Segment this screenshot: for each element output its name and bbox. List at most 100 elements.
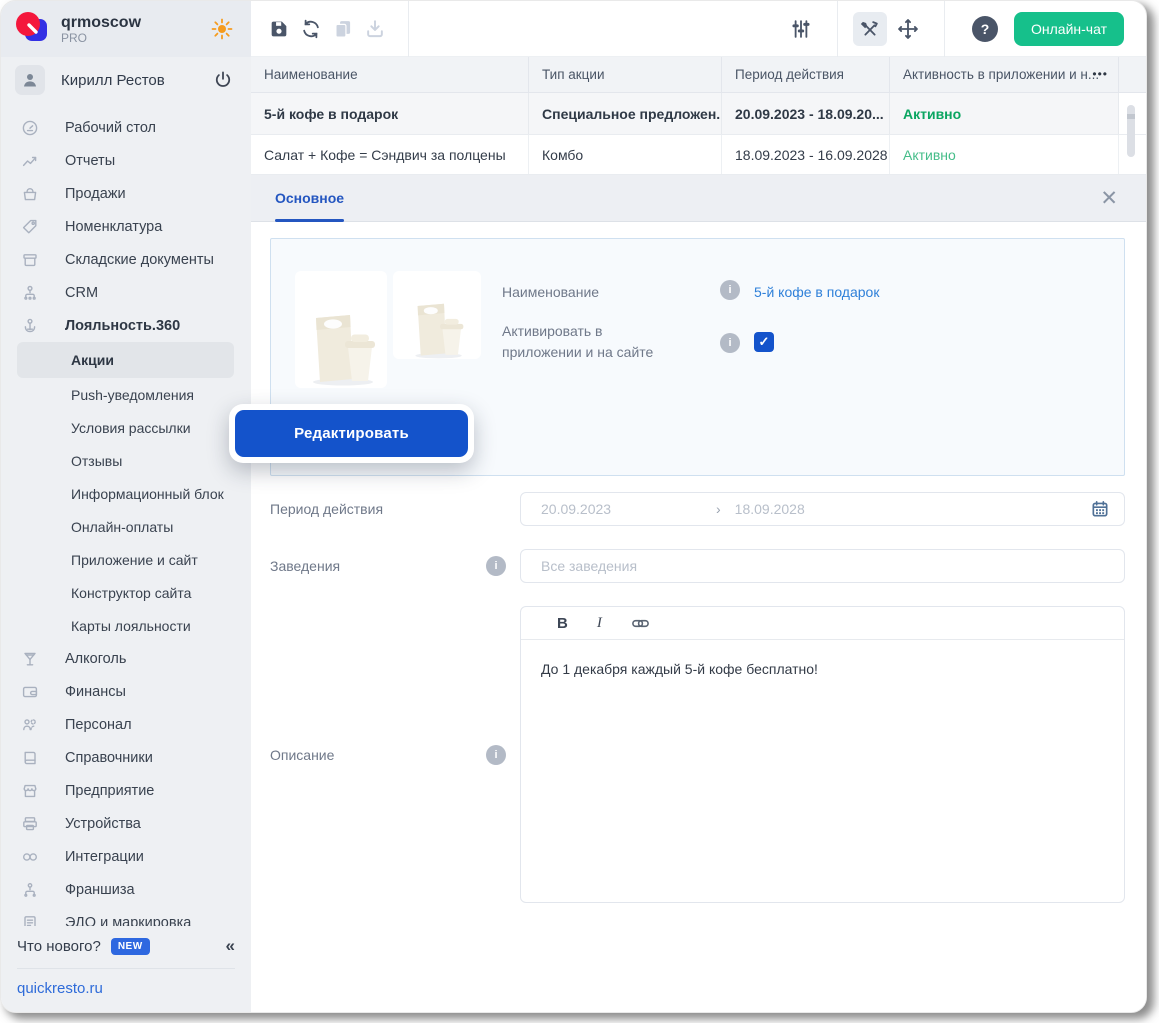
sidebar-item-push-notifications[interactable]: Push-уведомления <box>1 378 251 411</box>
sidebar-item-label: Персонал <box>65 717 132 733</box>
cell-type: Комбо <box>528 135 721 174</box>
sidebar-item-app-and-site[interactable]: Приложение и сайт <box>1 543 251 576</box>
devices-icon <box>21 815 39 833</box>
tools-icon[interactable] <box>853 12 887 46</box>
sidebar-item-reviews[interactable]: Отзывы <box>1 444 251 477</box>
whats-new-link[interactable]: Что нового? <box>17 938 101 955</box>
venues-label: Заведения <box>270 558 340 574</box>
theme-sun-icon[interactable] <box>211 18 233 40</box>
sidebar-item-warehouse-docs[interactable]: Складские документы <box>1 243 251 276</box>
online-chat-button[interactable]: Онлайн-чат <box>1014 12 1124 46</box>
venues-row: Заведения i Все заведения <box>270 549 1125 583</box>
venues-input[interactable]: Все заведения <box>520 549 1125 583</box>
sidebar-item-staff[interactable]: Персонал <box>1 708 251 741</box>
sidebar-item-label: Алкоголь <box>65 651 126 667</box>
period-from-value: 20.09.2023 <box>541 501 716 517</box>
close-icon[interactable]: ✕ <box>1100 188 1118 209</box>
site-link[interactable]: quickresto.ru <box>17 980 103 997</box>
save-icon[interactable] <box>265 15 293 43</box>
table-row[interactable]: 5-й кофе в подарокСпециальное предложен.… <box>251 93 1146 135</box>
brand-tier: PRO <box>61 31 141 45</box>
table-scrollbar[interactable] <box>1127 105 1135 157</box>
finance-icon <box>21 683 39 701</box>
period-input[interactable]: 20.09.2023 › 18.09.2028 <box>520 492 1125 526</box>
collapse-sidebar-icon[interactable]: « <box>226 936 235 956</box>
sidebar-item-info-block[interactable]: Информационный блок <box>1 477 251 510</box>
sidebar-item-label: Продажи <box>65 186 126 202</box>
sidebar-item-promotions[interactable]: Акции <box>17 342 234 378</box>
period-to-value: 18.09.2028 <box>735 501 805 517</box>
sidebar-item-label: Отчеты <box>65 153 115 169</box>
sidebar: qrmoscow PRO Кирилл Рестов <box>1 1 251 1012</box>
logout-power-icon[interactable] <box>213 70 233 90</box>
edit-tooltip: Редактировать <box>229 404 474 463</box>
sidebar-item-nomenclature[interactable]: Номенклатура <box>1 210 251 243</box>
directories-icon <box>21 749 39 767</box>
sidebar-item-enterprise[interactable]: Предприятие <box>1 774 251 807</box>
download-icon <box>361 15 389 43</box>
filters-icon[interactable] <box>784 12 818 46</box>
sidebar-item-crm[interactable]: CRM <box>1 276 251 309</box>
column-header-activity[interactable]: Активность в приложении и н... ••• <box>889 57 1118 92</box>
column-header-type[interactable]: Тип акции <box>528 57 721 92</box>
sidebar-item-edo[interactable]: ЭДО и маркировка <box>1 906 251 926</box>
description-row: Описание i B I <box>270 606 1125 903</box>
description-text[interactable]: До 1 декабря каждый 5-й кофе бесплатно! <box>521 640 1124 698</box>
sidebar-item-mailing-conditions[interactable]: Условия рассылки <box>1 411 251 444</box>
toolbar-right-group <box>784 1 960 57</box>
sidebar-item-alcohol[interactable]: Алкоголь <box>1 642 251 675</box>
sidebar-item-franchise[interactable]: Франшиза <box>1 873 251 906</box>
link-icon[interactable] <box>631 614 650 633</box>
sidebar-item-loyalty-cards[interactable]: Карты лояльности <box>1 609 251 642</box>
column-header-name[interactable]: Наименование <box>251 57 528 92</box>
sidebar-item-loyalty-360[interactable]: Лояльность.360 <box>1 309 251 342</box>
sidebar-item-site-builder[interactable]: Конструктор сайта <box>1 576 251 609</box>
sidebar-item-online-payments[interactable]: Онлайн-оплаты <box>1 510 251 543</box>
sidebar-item-label: Предприятие <box>65 783 154 799</box>
calendar-icon[interactable] <box>1090 499 1110 519</box>
sidebar-item-label: Акции <box>71 352 114 368</box>
tab-main[interactable]: Основное <box>275 175 344 221</box>
columns-menu-icon[interactable]: ••• <box>1092 57 1108 92</box>
cell-type: Специальное предложен... <box>528 93 721 134</box>
toolbar: ? Онлайн-чат <box>251 1 1146 57</box>
sidebar-nav: Рабочий стол Отчеты Продажи НоменклатураСкл… <box>1 103 251 926</box>
venues-info-icon[interactable]: i <box>486 556 506 576</box>
sidebar-item-integrations[interactable]: Интеграции <box>1 840 251 873</box>
sidebar-item-finance[interactable]: Финансы <box>1 675 251 708</box>
sidebar-item-directories[interactable]: Справочники <box>1 741 251 774</box>
sidebar-item-label: Рабочий стол <box>65 120 156 136</box>
sidebar-item-desktop[interactable]: Рабочий стол <box>1 111 251 144</box>
user-row[interactable]: Кирилл Рестов <box>1 57 251 103</box>
edit-button[interactable]: Редактировать <box>235 410 468 457</box>
period-row: Период действия 20.09.2023 › 18.09.2028 <box>270 492 1125 526</box>
promo-image-large[interactable] <box>295 271 387 388</box>
promo-name-link[interactable]: 5-й кофе в подарок <box>754 284 879 300</box>
column-header-period[interactable]: Период действия <box>721 57 889 92</box>
description-editor[interactable]: B I До 1 декабря каждый 5-й кофе бесплат… <box>520 606 1125 903</box>
activate-info-icon[interactable]: i <box>720 333 740 353</box>
period-label: Период действия <box>270 501 383 517</box>
table-row[interactable]: Салат + Кофе = Сэндвич за полценыКомбо18… <box>251 135 1146 175</box>
sidebar-item-label: Устройства <box>65 816 141 832</box>
sidebar-item-devices[interactable]: Устройства <box>1 807 251 840</box>
sidebar-item-label: Конструктор сайта <box>71 585 191 601</box>
app-logo-icon <box>15 11 49 48</box>
panel-body: Наименование i 5-й кофе в подарок Активи… <box>251 222 1146 1012</box>
name-info-icon[interactable]: i <box>720 280 740 300</box>
help-button[interactable]: ? <box>972 16 998 42</box>
bold-icon[interactable]: B <box>557 615 568 632</box>
table-header: Наименование Тип акции Период действия А… <box>251 57 1146 93</box>
refresh-icon[interactable] <box>297 15 325 43</box>
activate-checkbox[interactable] <box>754 332 774 352</box>
italic-icon[interactable]: I <box>597 615 602 632</box>
detail-panel: Основное ✕ <box>251 175 1146 1012</box>
promo-image-small[interactable] <box>393 271 481 359</box>
crm-icon <box>21 284 39 302</box>
sidebar-item-reports[interactable]: Отчеты <box>1 144 251 177</box>
venues-placeholder: Все заведения <box>541 558 637 574</box>
move-icon[interactable] <box>891 12 925 46</box>
sidebar-item-sales[interactable]: Продажи <box>1 177 251 210</box>
copy-icon <box>329 15 357 43</box>
description-info-icon[interactable]: i <box>486 745 506 765</box>
